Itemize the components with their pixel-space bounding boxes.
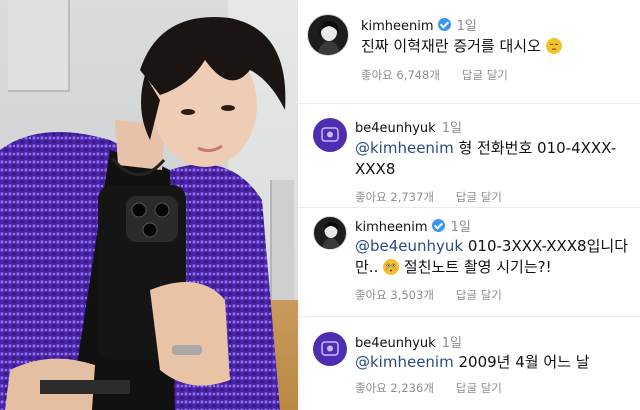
divider [298, 316, 640, 317]
comment-text-line2a: 만.. [355, 258, 379, 276]
comment-actions: 좋아요 6,748개 답글 달기 [361, 67, 530, 83]
post-photo [0, 0, 298, 410]
reply-button[interactable]: 답글 달기 [456, 381, 502, 395]
comment-header: be4eunhyuk 1일 [355, 117, 462, 136]
comment-actions: 좋아요 2,737개 답글 달기 [355, 189, 524, 205]
mention-link[interactable]: @be4eunhyuk [355, 237, 463, 255]
comment-text-line1: 형 전화번호 010-4XXX- [453, 139, 617, 157]
likes-count[interactable]: 좋아요 2,236개 [355, 381, 434, 395]
avatar-photo-icon [321, 221, 341, 249]
verified-badge-icon [437, 18, 451, 31]
divider [298, 207, 640, 208]
reply-button[interactable]: 답글 달기 [456, 288, 502, 302]
comment-actions: 좋아요 3,503개 답글 달기 [355, 287, 524, 303]
comment-time: 1일 [441, 336, 462, 351]
comment-text-line1: 2009년 4월 어느 날 [453, 353, 590, 371]
reply-button[interactable]: 답글 달기 [456, 190, 502, 204]
comments-panel: kimheenim 1일 진짜 이혁재란 증거를 대시오 좋아요 6,748개 답글… [298, 0, 640, 410]
comment-time: 1일 [450, 220, 471, 235]
avatar[interactable] [313, 332, 347, 366]
avatar-photo-icon [317, 21, 341, 55]
comment-time: 1일 [441, 121, 462, 136]
avatar[interactable] [313, 216, 347, 250]
mention-link[interactable]: @kimheenim [355, 139, 454, 157]
comment-text: 진짜 이혁재란 증거를 대시오 [361, 36, 562, 57]
divider [298, 103, 640, 104]
comment-text: @kimheenim 2009년 4월 어느 날 [355, 352, 590, 373]
comment-text: @be4eunhyuk 010-3XXX-XXX8입니다 만.. 절친노트 촬영… [355, 236, 639, 278]
comment-header: kimheenim 1일 [355, 216, 471, 235]
username[interactable]: kimheenim [355, 220, 428, 235]
comment-time: 1일 [456, 19, 477, 34]
likes-count[interactable]: 좋아요 6,748개 [361, 68, 440, 82]
flushed-face-icon [383, 259, 400, 275]
comment-header: kimheenim 1일 [361, 15, 477, 34]
mention-link[interactable]: @kimheenim [355, 353, 454, 371]
pensive-face-icon [545, 38, 562, 54]
reply-button[interactable]: 답글 달기 [462, 68, 508, 82]
comment-text-line1: 진짜 이혁재란 증거를 대시오 [361, 37, 541, 55]
username[interactable]: kimheenim [361, 19, 434, 34]
username[interactable]: be4eunhyuk [355, 121, 436, 136]
person-illustration [0, 17, 286, 410]
comment-header: be4eunhyuk 1일 [355, 332, 462, 351]
verified-badge-icon [431, 219, 445, 232]
comment-text-line2: XXX8 [355, 160, 396, 178]
comment-text-line2b: 절친노트 촬영 시기는?! [399, 258, 552, 276]
avatar[interactable] [307, 14, 349, 56]
likes-count[interactable]: 좋아요 3,503개 [355, 288, 434, 302]
avatar-logo-icon [321, 127, 339, 142]
avatar-logo-icon [321, 341, 339, 356]
comment-text-line1: 010-3XXX-XXX8입니다 [463, 237, 628, 255]
likes-count[interactable]: 좋아요 2,737개 [355, 190, 434, 204]
avatar[interactable] [313, 118, 347, 152]
comment-text: @kimheenim 형 전화번호 010-4XXX- XXX8 [355, 138, 635, 180]
comment-actions: 좋아요 2,236개 답글 달기 [355, 380, 524, 396]
username[interactable]: be4eunhyuk [355, 336, 436, 351]
